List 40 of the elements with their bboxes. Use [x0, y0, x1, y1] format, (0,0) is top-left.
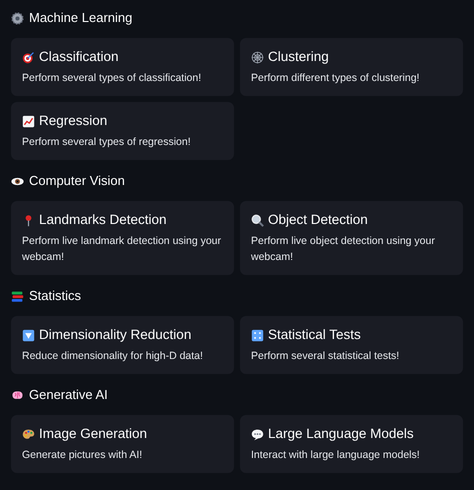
card[interactable]: Regression Perform several types of regression!: [11, 102, 234, 160]
card-title: Clustering: [268, 48, 329, 66]
section-heading: Statistics: [29, 287, 82, 305]
magnifier-icon: [251, 214, 264, 226]
card-description: Perform several statistical tests!: [251, 349, 400, 364]
card[interactable]: Object Detection Perform live object detection using your webcam!: [240, 201, 463, 275]
card-description: Reduce dimensionality for high-D data!: [22, 349, 204, 364]
down-triangle-button-icon: [22, 328, 35, 342]
brain-icon: [11, 388, 24, 402]
card-title: Dimensionality Reduction: [39, 326, 192, 344]
card-description: Interact with large language models!: [251, 448, 421, 463]
card[interactable]: Landmarks Detection Perform live landmark detection using your webcam!: [11, 201, 234, 275]
gear-icon: [11, 12, 24, 24]
card-description: Perform live landmark detection using your webcam!: [22, 234, 222, 265]
card-description: Perform different types of clustering!: [251, 71, 420, 86]
card-title: Large Language Models: [268, 425, 414, 443]
card-description: Perform several types of classification!: [22, 71, 202, 86]
card-title: Statistical Tests: [268, 326, 361, 344]
section-heading: Machine Learning: [29, 9, 132, 27]
card-title: Landmarks Detection: [39, 211, 167, 229]
target-icon: [22, 50, 35, 64]
card-description: Perform live object detection using your webcam!: [251, 234, 436, 265]
section-heading: Computer Vision: [29, 172, 125, 190]
card[interactable]: Large Language Models Interact with large language models!: [240, 415, 463, 473]
card[interactable]: Dimensionality Reduction Reduce dimensionality for high-D data!: [11, 316, 234, 374]
card[interactable]: Clustering Perform different types of clustering!: [240, 38, 463, 96]
section-heading: Generative AI: [29, 386, 108, 404]
palette-icon: [22, 428, 35, 440]
card[interactable]: Image Generation Generate pictures with AI!: [11, 415, 234, 473]
spider-web-icon: [251, 50, 264, 64]
card-title: Regression: [39, 112, 108, 130]
speech-bubble-icon: [251, 428, 264, 440]
card-title: Image Generation: [39, 425, 148, 443]
chart-increasing-icon: [22, 114, 35, 128]
card-description: Generate pictures with AI!: [22, 448, 144, 463]
card-description: Perform several types of regression!: [22, 135, 192, 150]
card-title: Object Detection: [268, 211, 368, 229]
card[interactable]: Classification Perform several types of classification!: [11, 38, 234, 96]
card-title: Classification: [39, 48, 119, 66]
card[interactable]: Statistical Tests Perform several statistical tests!: [240, 316, 463, 374]
